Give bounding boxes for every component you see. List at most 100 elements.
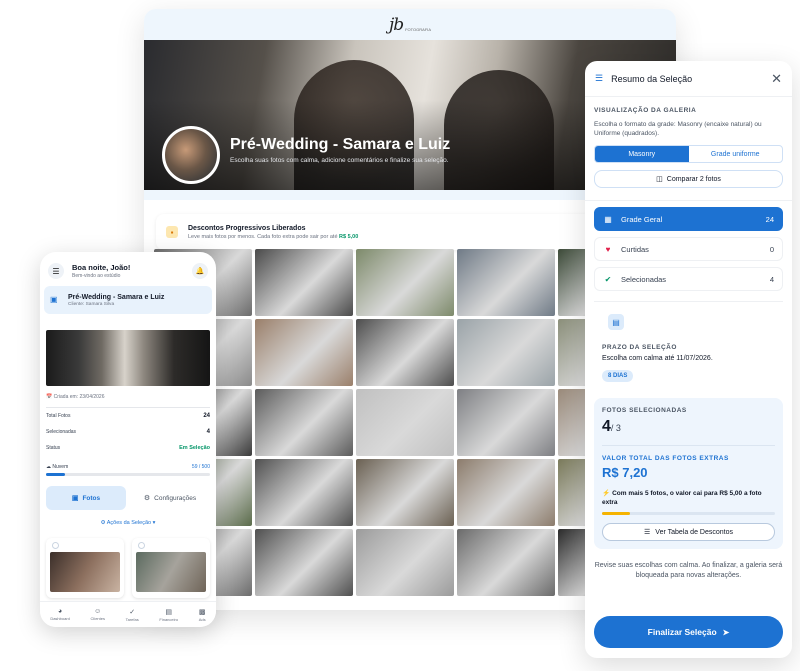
layout-toggle: Masonry Grade uniforme	[594, 145, 783, 163]
photo-thumbnail	[50, 552, 120, 592]
wallet-icon: ▤	[165, 608, 173, 616]
deadline-section: ▤ PRAZO DA SELEÇÃO Escolha com calma até…	[594, 301, 783, 390]
bottom-nav: ◕ Dashboard ☺ Clientes ✓ Tarefas ▤ Financeir…	[40, 601, 216, 627]
nav-finance[interactable]: ▤ Financeiro	[159, 608, 178, 622]
studio-logo: jb	[388, 14, 404, 35]
gift-icon: ▪	[166, 226, 178, 238]
mobile-greeting: Boa noite, João! Bem-vindo ao estúdio	[72, 263, 130, 279]
columns-icon: ◫	[656, 176, 663, 183]
briefcase-icon: ▩	[198, 608, 206, 616]
gallery-photo[interactable]	[356, 389, 454, 456]
view-section: VISUALIZAÇÃO DA GALERIA Escolha o format…	[585, 97, 792, 188]
select-checkbox[interactable]	[52, 542, 59, 549]
created-date: 📅 Criada em: 23/04/2026	[46, 394, 105, 400]
gallery-photo[interactable]	[457, 389, 555, 456]
nav-ads[interactable]: ▩ Ads	[199, 608, 206, 622]
nav-dashboard[interactable]: ◕ Dashboard	[50, 608, 70, 621]
nav-tasks[interactable]: ✓ Tarefas	[126, 608, 139, 622]
gallery-card-client: Cliente: Samara Silva	[68, 301, 115, 307]
discount-hint: ⚡ Com mais 5 fotos, o valor cai para R$ 5…	[602, 490, 762, 506]
stat-label: Selecionadas	[46, 429, 77, 435]
grid-icon: ▦	[604, 214, 612, 224]
heart-icon: ♥	[605, 244, 611, 254]
gallery-photo[interactable]	[457, 459, 555, 526]
greeting-subtext: Bem-vindo ao estúdio	[72, 273, 121, 279]
discount-table-button[interactable]: ☰ Ver Tabela de Descontos	[602, 523, 775, 541]
filter-all[interactable]: ▦ Grade Geral 24	[594, 207, 783, 231]
gallery-photo[interactable]	[457, 249, 555, 316]
gallery-card[interactable]: ▣ Pré-Wedding - Samara e Luiz Cliente: S…	[44, 286, 212, 314]
list-icon: ☰	[595, 73, 604, 83]
gallery-photo[interactable]	[457, 529, 555, 596]
gallery-photo[interactable]	[356, 459, 454, 526]
tab-photos[interactable]: ▣ Fotos	[46, 486, 126, 510]
photo-thumbnail	[136, 552, 206, 592]
stat-label: Total Fotos	[46, 413, 71, 419]
gallery-icon: ▣	[50, 295, 58, 304]
storage-usage: ☁ Nuvem 59 / 500	[46, 464, 210, 470]
view-description: Escolha o formato da grade: Masonry (enc…	[594, 121, 762, 137]
photo-card[interactable]	[46, 538, 124, 598]
gallery-photo[interactable]	[255, 529, 353, 596]
gallery-photo[interactable]	[356, 529, 454, 596]
stat-value: 4	[206, 429, 210, 435]
send-icon: ➤	[722, 627, 730, 637]
photos-icon: ▣	[71, 495, 79, 502]
deadline-text: Escolha com calma até 11/07/2026.	[602, 355, 713, 362]
extra-total-caption: VALOR TOTAL DAS FOTOS EXTRAS	[602, 455, 729, 462]
list-icon: ☰	[644, 529, 651, 536]
gallery-photo[interactable]	[255, 459, 353, 526]
masonry-option[interactable]: Masonry	[595, 146, 689, 162]
finalize-note: Revise suas escolhas com calma. Ao final…	[594, 562, 783, 579]
compare-button[interactable]: ◫ Comparar 2 fotos	[594, 170, 783, 188]
gallery-photo[interactable]	[356, 319, 454, 386]
gallery-cover-image	[46, 330, 210, 386]
calendar-icon: ▤	[608, 314, 624, 330]
uniform-grid-option[interactable]: Grade uniforme	[689, 146, 783, 162]
stat-label: Status	[46, 445, 61, 451]
gallery-photo[interactable]	[457, 319, 555, 386]
filter-label: Curtidas	[621, 244, 649, 254]
bell-icon[interactable]: 🔔	[192, 263, 208, 279]
gallery-photo[interactable]	[255, 389, 353, 456]
gallery-card-title: Pré-Wedding - Samara e Luiz	[68, 293, 165, 301]
gallery-title: Pré-Wedding - Samara e Luiz	[230, 136, 451, 153]
gear-icon: ⚙	[143, 495, 151, 502]
check-circle-icon: ✔	[604, 274, 612, 284]
finish-selection-button[interactable]: Finalizar Seleção ➤	[594, 616, 783, 648]
select-checkbox[interactable]	[138, 542, 145, 549]
storage-label: ☁ Nuvem	[46, 464, 69, 470]
status-badge: Em Seleção	[179, 445, 210, 451]
marketing-composite: jb FOTOGRAFIA Pré-Wedding - Samara e Lui…	[0, 0, 800, 671]
discount-title: Descontos Progressivos Liberados	[188, 224, 306, 232]
stat-row: Status Em Seleção	[46, 440, 210, 456]
discount-progress-fill	[602, 512, 630, 515]
filter-label: Grade Geral	[621, 214, 663, 224]
panel-header: ☰ Resumo da Seleção ✕	[585, 61, 792, 97]
filter-label: Selecionadas	[621, 274, 667, 284]
filter-count: 0	[769, 244, 774, 254]
divider	[585, 200, 792, 201]
gallery-photo[interactable]	[255, 249, 353, 316]
check-icon: ✓	[129, 608, 136, 616]
users-icon: ☺	[94, 608, 102, 615]
filter-selected[interactable]: ✔ Selecionadas 4	[594, 267, 783, 291]
nav-clients[interactable]: ☺ Clientes	[91, 608, 105, 621]
close-icon[interactable]: ✕	[771, 71, 782, 87]
storage-value: 59 / 500	[191, 464, 210, 470]
mobile-tabs: ▣ Fotos ⚙ Configurações	[46, 486, 210, 510]
panel-title: Resumo da Seleção	[611, 73, 693, 84]
mobile-thumbs	[46, 538, 210, 598]
gallery-photo[interactable]	[255, 319, 353, 386]
selection-actions-link[interactable]: ⚙ Ações da Seleção ▾	[40, 520, 216, 526]
selected-caption: FOTOS SELECIONADAS	[602, 407, 687, 414]
gallery-topbar: jb FOTOGRAFIA	[144, 9, 676, 40]
filter-liked[interactable]: ♥ Curtidas 0	[594, 237, 783, 261]
totals-box: FOTOS SELECIONADAS 4/ 3 VALOR TOTAL DAS …	[594, 398, 783, 549]
stat-row: Total Fotos 24	[46, 408, 210, 424]
menu-icon[interactable]: ☰	[48, 263, 64, 279]
tab-settings[interactable]: ⚙ Configurações	[130, 486, 210, 510]
photo-card[interactable]	[132, 538, 210, 598]
gallery-photo[interactable]	[356, 249, 454, 316]
storage-bar	[46, 473, 210, 476]
